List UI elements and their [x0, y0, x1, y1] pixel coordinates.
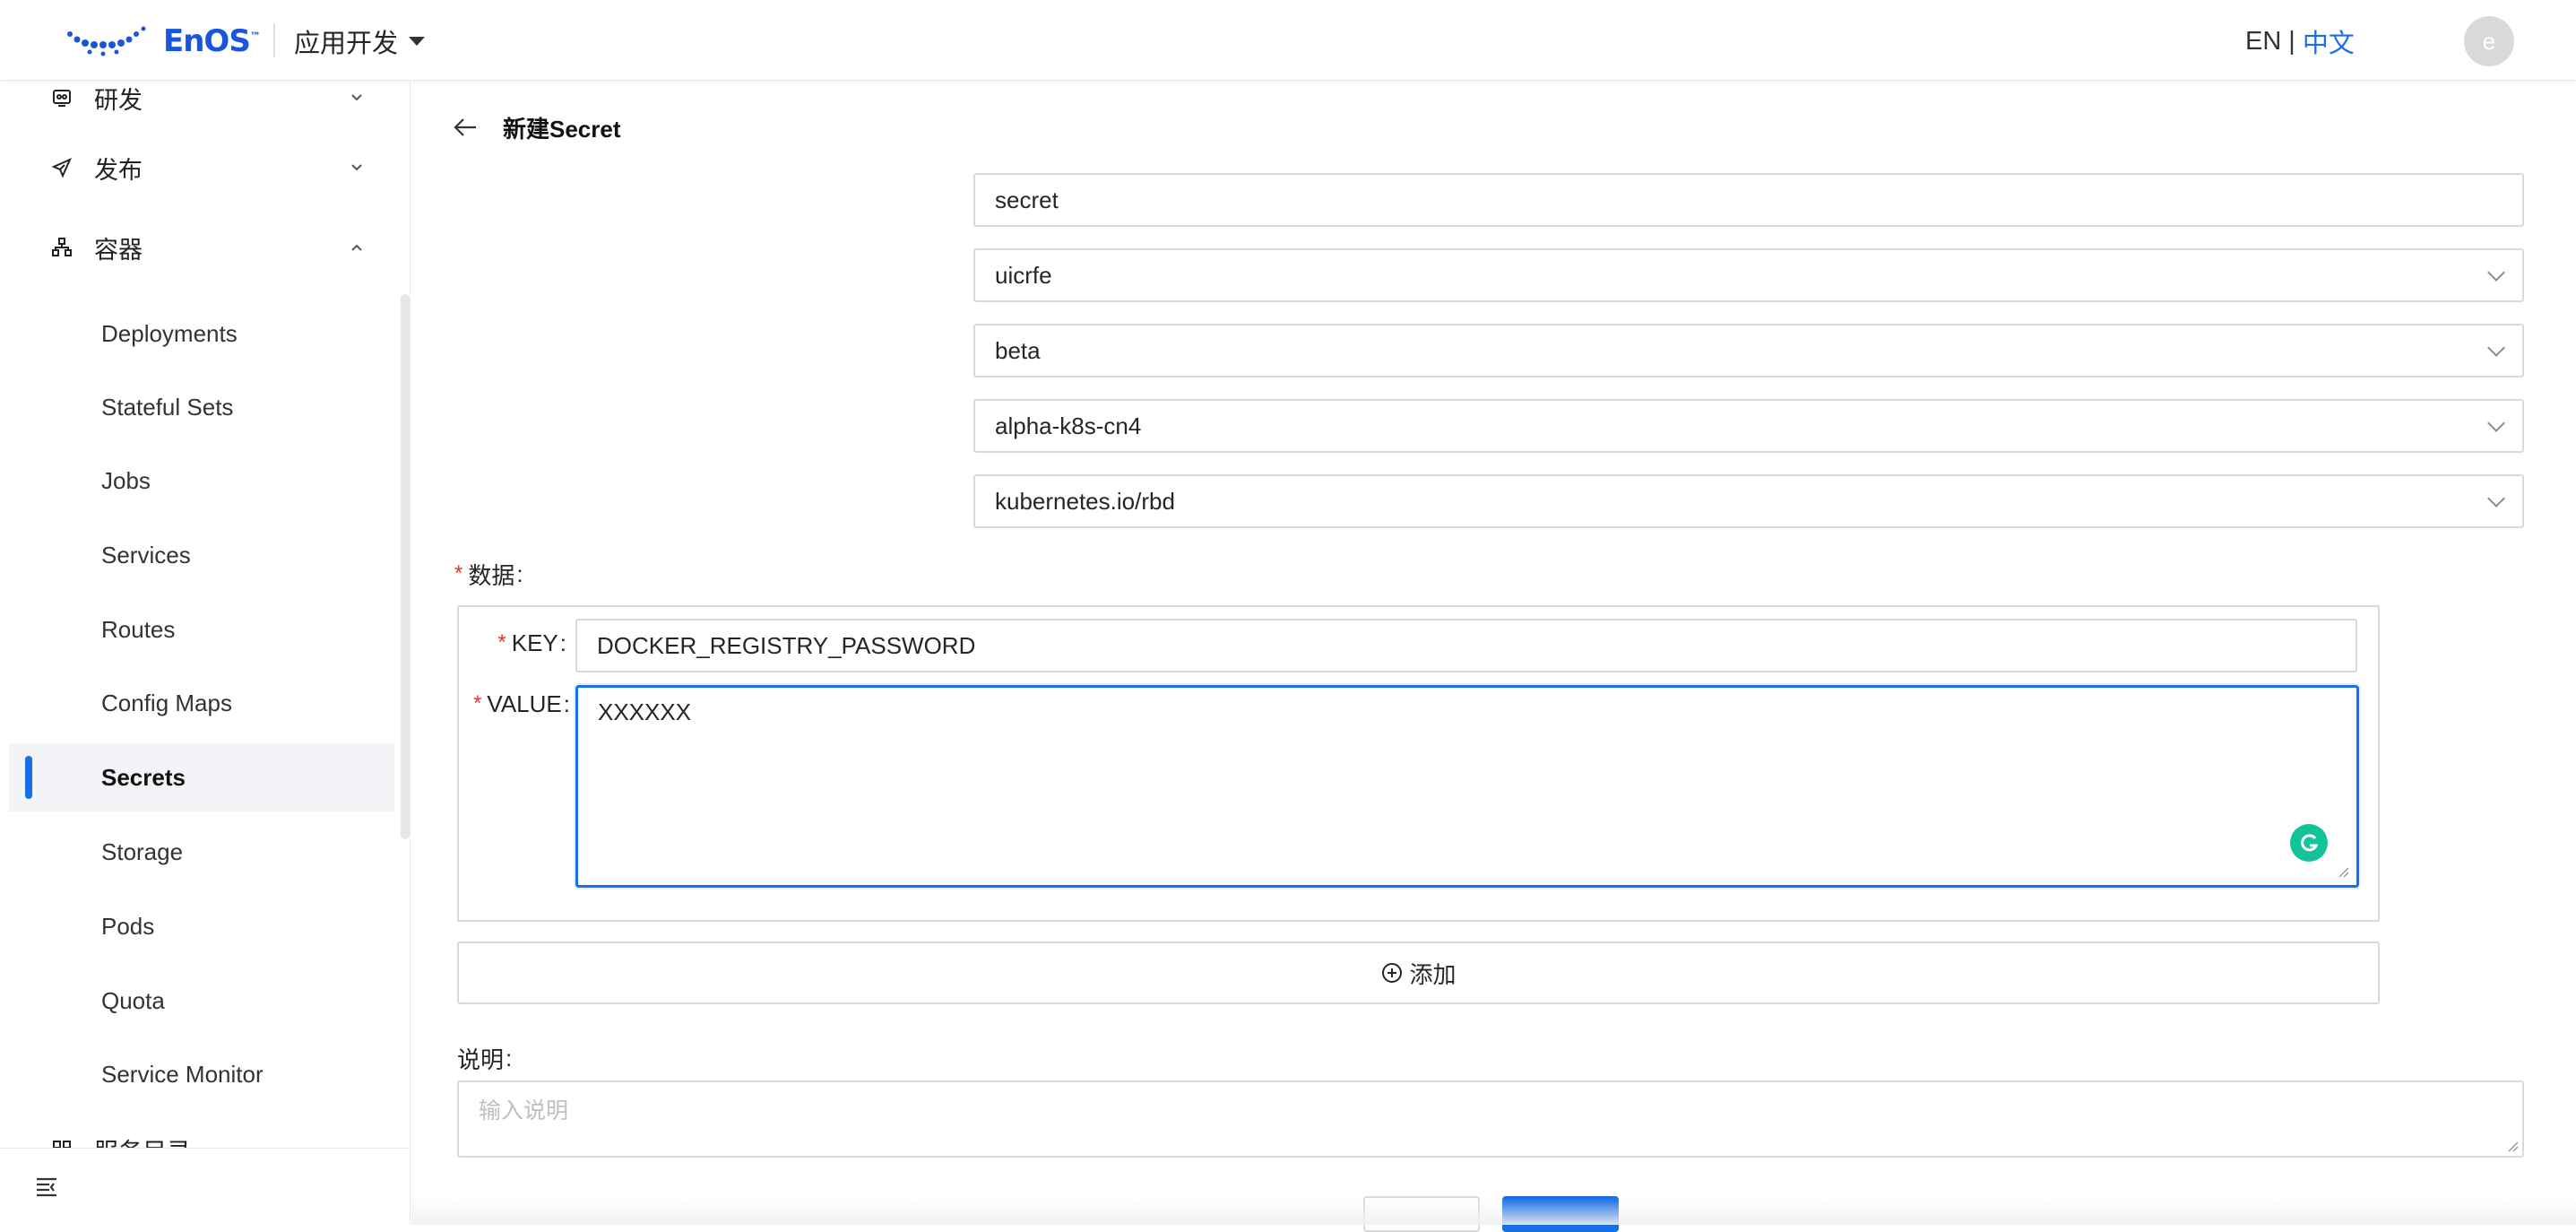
- resize-handle-icon[interactable]: [2506, 1140, 2519, 1152]
- key-input[interactable]: DOCKER_REGISTRY_PASSWORD: [575, 619, 2357, 672]
- add-data-label: 添加: [1409, 960, 1457, 988]
- user-avatar[interactable]: e: [2464, 16, 2514, 66]
- resize-handle-icon[interactable]: [2337, 865, 2349, 878]
- required-mark: *: [497, 630, 506, 655]
- sidebar-item-deployments[interactable]: Deployments: [9, 299, 394, 368]
- language-switcher: EN | 中文: [2245, 23, 2355, 59]
- sidebar-group-label: 研发: [94, 86, 143, 114]
- description-label: 说明:: [457, 1044, 513, 1073]
- sidebar-item-label: Config Maps: [101, 689, 232, 716]
- dev-icon: [50, 86, 73, 109]
- sidebar-item-storage[interactable]: Storage: [9, 818, 394, 886]
- description-textarea[interactable]: 输入说明: [457, 1080, 2524, 1158]
- type-select[interactable]: kubernetes.io/rbd: [973, 474, 2524, 528]
- sidebar-group-label: 容器: [94, 236, 143, 264]
- active-indicator: [25, 756, 32, 799]
- sidebar-item-label: Routes: [101, 615, 176, 643]
- app-select[interactable]: uicrfe: [973, 248, 2524, 302]
- sidebar-item-stateful-sets[interactable]: Stateful Sets: [9, 373, 394, 441]
- sidebar: 研发 发布 容器 Deployments Stateful Sets Jobs …: [0, 81, 411, 1225]
- sidebar-item-label: Storage: [101, 837, 184, 865]
- name-input-value: secret: [995, 186, 1059, 213]
- description-placeholder: 输入说明: [479, 1098, 569, 1124]
- lang-separator: |: [2288, 26, 2295, 56]
- type-select-value: kubernetes.io/rbd: [995, 487, 1175, 515]
- sidebar-item-pods[interactable]: Pods: [9, 892, 394, 960]
- value-textarea[interactable]: XXXXXX: [575, 685, 2359, 888]
- chevron-down-icon: [351, 94, 362, 101]
- sidebar-group-dev[interactable]: 研发: [0, 81, 410, 115]
- send-icon: [50, 156, 73, 179]
- key-input-value: DOCKER_REGISTRY_PASSWORD: [597, 631, 976, 659]
- avatar-letter: e: [2482, 27, 2496, 55]
- required-mark: *: [454, 561, 463, 586]
- main-content: 新建Secret *名称: secret *应用: uicrfe *环境: be…: [411, 81, 2576, 1232]
- cluster-select[interactable]: alpha-k8s-cn4: [973, 399, 2524, 453]
- cancel-button[interactable]: [1363, 1196, 1480, 1232]
- value-textarea-value: XXXXXX: [598, 698, 692, 725]
- page-title: 新建Secret: [503, 115, 621, 143]
- sidebar-group-container[interactable]: 容器: [0, 226, 410, 269]
- data-entry-box: * KEY: DOCKER_REGISTRY_PASSWORD * VALUE: X…: [457, 605, 2380, 922]
- chevron-up-icon: [351, 244, 362, 251]
- app-switcher-label: 应用开发: [294, 30, 399, 58]
- sidebar-footer: [0, 1148, 410, 1225]
- chevron-down-icon: [2487, 414, 2505, 432]
- sidebar-item-jobs[interactable]: Jobs: [9, 447, 394, 515]
- sidebar-item-label: Quota: [101, 986, 165, 1014]
- menu-collapse-icon[interactable]: [34, 1174, 59, 1199]
- lang-zh-link[interactable]: 中文: [2303, 22, 2355, 60]
- cluster-select-value: alpha-k8s-cn4: [995, 412, 1142, 439]
- sidebar-item-label: Deployments: [101, 319, 238, 347]
- caret-down-icon: [409, 37, 426, 46]
- data-label: * 数据:: [454, 560, 523, 589]
- grammarly-icon[interactable]: [2290, 824, 2328, 862]
- back-arrow-icon[interactable]: [451, 113, 480, 142]
- sidebar-group-release[interactable]: 发布: [0, 146, 410, 189]
- chevron-down-icon: [351, 164, 362, 171]
- sidebar-group-label: 发布: [94, 156, 143, 184]
- app-select-value: uicrfe: [995, 261, 1052, 289]
- sidebar-item-label: Services: [101, 541, 191, 568]
- sidebar-item-routes[interactable]: Routes: [9, 595, 394, 664]
- sidebar-item-label: Pods: [101, 912, 155, 940]
- chevron-down-icon: [2487, 339, 2505, 357]
- required-mark: *: [473, 691, 482, 716]
- logo-text: EnOS™: [163, 23, 261, 59]
- sidebar-item-label: Service Monitor: [101, 1060, 264, 1088]
- name-input[interactable]: secret: [973, 173, 2524, 227]
- bottom-fade: [411, 1198, 2576, 1225]
- sidebar-item-secrets[interactable]: Secrets: [9, 743, 394, 811]
- top-header: EnOS™ 应用开发 EN | 中文 e: [0, 0, 2576, 81]
- plus-circle-icon: [1382, 963, 1403, 983]
- header-divider: [273, 23, 275, 57]
- add-data-button[interactable]: 添加: [457, 941, 2380, 1004]
- app-switcher-dropdown[interactable]: 应用开发: [294, 23, 426, 59]
- sidebar-item-label: Jobs: [101, 466, 151, 494]
- key-label: * KEY:: [497, 629, 566, 656]
- enos-logo[interactable]: EnOS™: [63, 23, 261, 59]
- sidebar-item-config-maps[interactable]: Config Maps: [9, 669, 394, 737]
- sidebar-scrollbar[interactable]: [401, 294, 410, 839]
- cluster-icon: [50, 236, 73, 259]
- sidebar-item-label: Stateful Sets: [101, 393, 234, 421]
- sidebar-item-service-monitor[interactable]: Service Monitor: [9, 1040, 394, 1108]
- sidebar-item-services[interactable]: Services: [9, 521, 394, 589]
- sidebar-item-label: Secrets: [101, 763, 186, 791]
- lang-en-link[interactable]: EN: [2245, 27, 2281, 56]
- env-select[interactable]: beta: [973, 324, 2524, 377]
- env-select-value: beta: [995, 336, 1041, 364]
- enos-logo-icon: [67, 26, 146, 56]
- chevron-down-icon: [2487, 264, 2505, 282]
- chevron-down-icon: [2487, 490, 2505, 508]
- sidebar-item-quota[interactable]: Quota: [9, 967, 394, 1035]
- value-label: * VALUE:: [473, 690, 570, 717]
- submit-button[interactable]: [1502, 1196, 1619, 1232]
